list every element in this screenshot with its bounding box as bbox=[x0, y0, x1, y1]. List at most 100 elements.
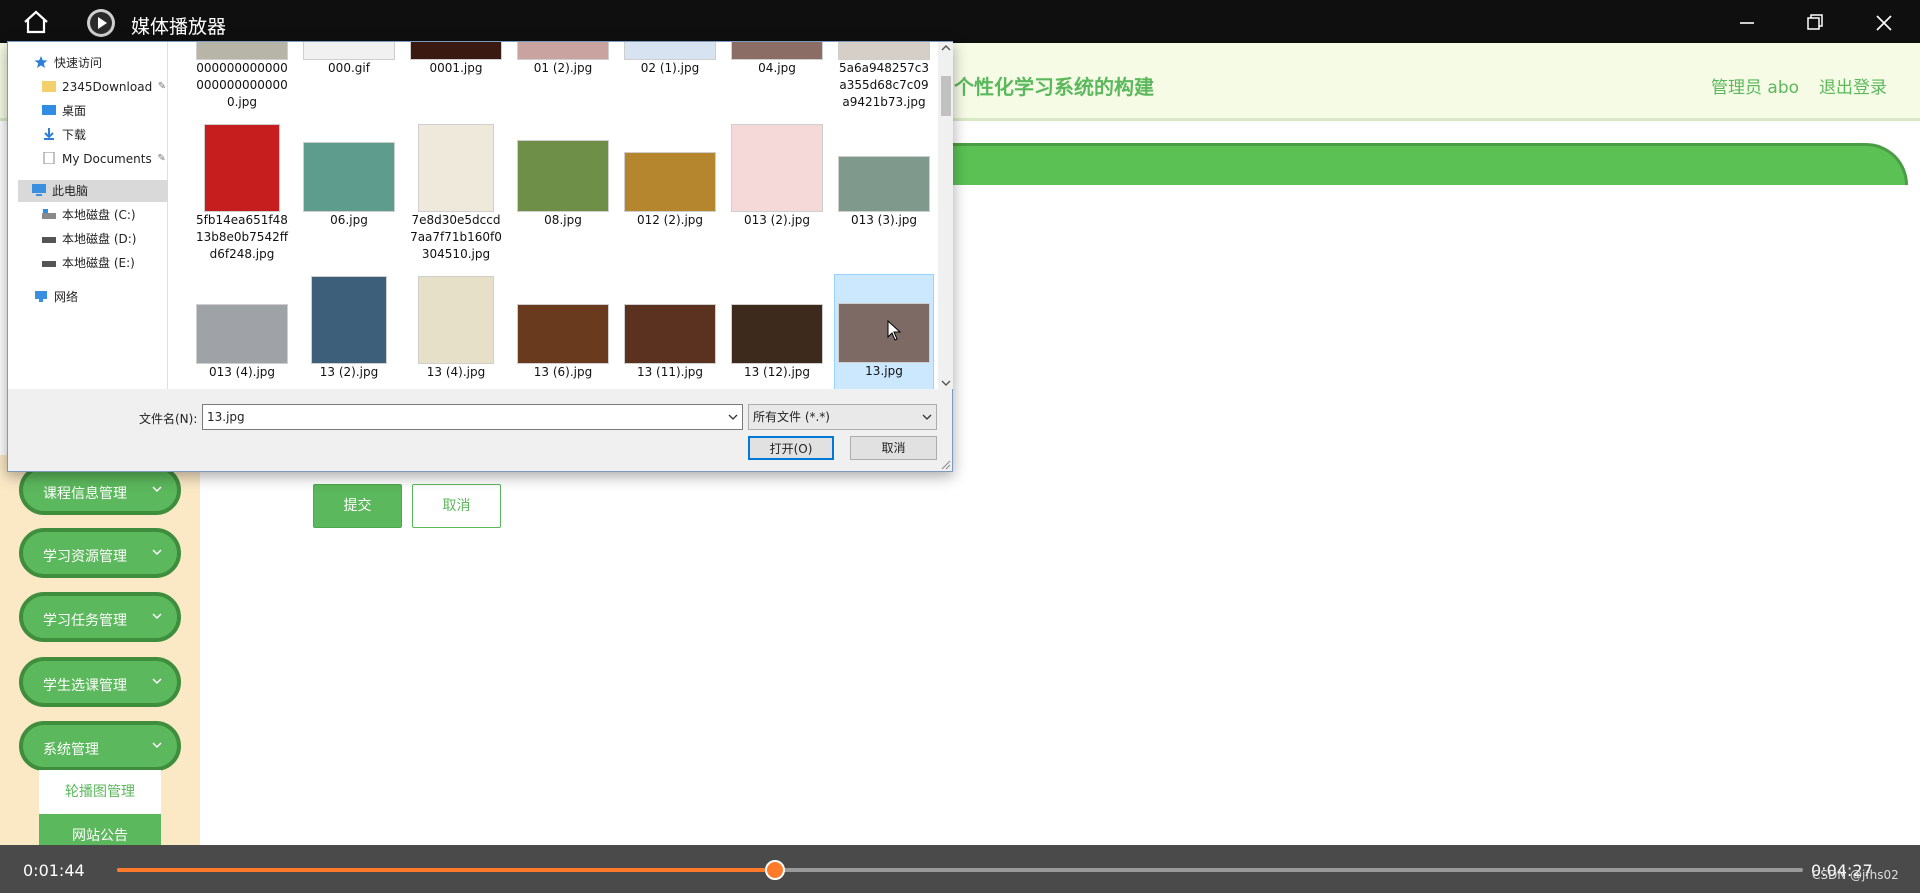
watermark: CSDN @jfhs02 bbox=[1812, 868, 1899, 882]
restore-icon[interactable] bbox=[1804, 12, 1826, 34]
vertical-scrollbar[interactable] bbox=[938, 42, 953, 389]
content-tab-banner bbox=[940, 143, 1908, 185]
nav-this-pc[interactable]: 此电脑 bbox=[18, 180, 168, 202]
image-thumbnail bbox=[196, 304, 288, 364]
drive-icon bbox=[42, 209, 56, 219]
image-thumbnail bbox=[731, 304, 823, 364]
nav-quick-access[interactable]: 快速访问 bbox=[34, 52, 102, 74]
menu-learning-tasks[interactable]: 学习任务管理 bbox=[19, 592, 181, 642]
file-type-select[interactable]: 所有文件 (*.*) bbox=[748, 404, 937, 430]
file-item[interactable]: 01 (2).jpg bbox=[513, 42, 613, 77]
image-thumbnail bbox=[624, 152, 716, 212]
chevron-down-icon[interactable] bbox=[922, 413, 932, 421]
file-item[interactable]: 04.jpg bbox=[727, 42, 827, 77]
drive-icon bbox=[42, 237, 56, 243]
pin-icon: ✎ bbox=[157, 153, 166, 164]
nav-network[interactable]: 网络 bbox=[34, 286, 78, 308]
image-thumbnail bbox=[196, 42, 288, 60]
cancel-button[interactable]: 取消 bbox=[412, 484, 501, 528]
file-list: 0000000000000000000000000.jpg 000.gif 00… bbox=[168, 42, 938, 389]
drive-icon bbox=[42, 261, 56, 267]
file-item[interactable]: 013 (2).jpg bbox=[727, 124, 827, 229]
image-thumbnail bbox=[410, 42, 502, 60]
logout-link[interactable]: 退出登录 bbox=[1819, 73, 1887, 98]
player-title-bar: 媒体播放器 bbox=[0, 0, 1920, 43]
file-item[interactable]: 02 (1).jpg bbox=[620, 42, 720, 77]
file-item[interactable]: 13 (2).jpg bbox=[299, 276, 399, 381]
chevron-down-icon bbox=[152, 613, 162, 620]
seek-progress bbox=[117, 868, 775, 872]
file-item[interactable]: 5fb14ea651f4813b8e0b7542ffd6f248.jpg bbox=[192, 124, 292, 263]
player-controls: 0:01:44 0:04:27 CSDN @jfhs02 bbox=[0, 845, 1920, 893]
resize-grip-icon[interactable] bbox=[941, 460, 951, 470]
nav-drive-c[interactable]: 本地磁盘 (C:) bbox=[42, 204, 136, 226]
image-thumbnail bbox=[838, 303, 930, 363]
pin-icon: ✎ bbox=[157, 81, 167, 92]
player-title: 媒体播放器 bbox=[131, 16, 227, 38]
site-title: 个性化学习系统的构建 bbox=[954, 75, 1154, 99]
star-icon bbox=[34, 56, 48, 68]
folder-icon bbox=[42, 81, 56, 92]
file-item[interactable]: 13 (11).jpg bbox=[620, 276, 720, 381]
image-thumbnail bbox=[731, 124, 823, 212]
filename-label: 文件名(N): bbox=[139, 412, 198, 426]
home-icon[interactable] bbox=[22, 10, 50, 34]
file-item[interactable]: 000.gif bbox=[299, 42, 399, 77]
image-thumbnail bbox=[204, 124, 280, 212]
image-thumbnail bbox=[303, 42, 395, 60]
nav-2345download[interactable]: 2345Download ✎ bbox=[42, 76, 166, 98]
file-item[interactable]: 06.jpg bbox=[299, 124, 399, 229]
image-thumbnail bbox=[517, 304, 609, 364]
download-icon bbox=[44, 128, 54, 140]
image-thumbnail bbox=[311, 276, 387, 364]
scrollbar-thumb[interactable] bbox=[941, 76, 951, 116]
nav-downloads[interactable]: 下载✎ bbox=[42, 124, 180, 146]
chevron-down-icon bbox=[152, 678, 162, 685]
dialog-cancel-button[interactable]: 取消 bbox=[850, 436, 937, 460]
chevron-down-icon[interactable] bbox=[728, 413, 738, 421]
seek-bar[interactable] bbox=[117, 860, 1803, 880]
chevron-up-icon[interactable] bbox=[941, 44, 951, 52]
menu-course-info[interactable]: 课程信息管理 bbox=[19, 465, 181, 515]
nav-drive-d[interactable]: 本地磁盘 (D:) bbox=[42, 228, 136, 250]
chevron-down-icon bbox=[152, 742, 162, 749]
menu-system[interactable]: 系统管理 bbox=[19, 721, 181, 771]
nav-my-documents[interactable]: My Documents ✎ bbox=[42, 148, 166, 170]
seek-handle[interactable] bbox=[764, 860, 785, 880]
minimize-icon[interactable] bbox=[1736, 12, 1758, 34]
file-item[interactable]: 13 (12).jpg bbox=[727, 276, 827, 381]
open-button[interactable]: 打开(O) bbox=[748, 436, 834, 460]
image-thumbnail bbox=[838, 42, 930, 60]
file-item[interactable]: 0000000000000000000000000.jpg bbox=[192, 42, 292, 111]
open-file-dialog: 快速访问 2345Download✎ 桌面✎ 下载✎ My Documents✎… bbox=[7, 41, 953, 472]
chevron-down-icon bbox=[152, 549, 162, 556]
menu-learning-resources[interactable]: 学习资源管理 bbox=[19, 528, 181, 578]
computer-icon bbox=[32, 184, 46, 196]
file-item[interactable]: 13 (4).jpg bbox=[406, 276, 506, 381]
file-item[interactable]: 7e8d30e5dccd7aa7f71b160f0304510.jpg bbox=[406, 124, 506, 263]
file-item-selected[interactable]: 13.jpg bbox=[834, 274, 934, 389]
file-item[interactable]: 5a6a948257c3a355d68c7c09a9421b73.jpg bbox=[834, 42, 934, 111]
cursor-icon bbox=[887, 320, 901, 341]
file-item[interactable]: 13 (6).jpg bbox=[513, 276, 613, 381]
file-item[interactable]: 012 (2).jpg bbox=[620, 124, 720, 229]
image-thumbnail bbox=[624, 304, 716, 364]
submenu-carousel[interactable]: 轮播图管理 bbox=[39, 770, 161, 814]
submit-button[interactable]: 提交 bbox=[313, 484, 402, 528]
chevron-down-icon[interactable] bbox=[941, 379, 951, 387]
image-thumbnail bbox=[517, 140, 609, 212]
admin-user[interactable]: 管理员 abo bbox=[1711, 73, 1799, 98]
file-item[interactable]: 0001.jpg bbox=[406, 42, 506, 77]
file-item[interactable]: 013 (4).jpg bbox=[192, 276, 292, 381]
document-icon bbox=[43, 152, 55, 164]
nav-drive-e[interactable]: 本地磁盘 (E:) bbox=[42, 252, 135, 274]
file-item[interactable]: 08.jpg bbox=[513, 124, 613, 229]
nav-desktop[interactable]: 桌面✎ bbox=[42, 100, 180, 122]
player-logo-icon bbox=[87, 9, 115, 37]
file-item[interactable]: 013 (3).jpg bbox=[834, 124, 934, 229]
close-icon[interactable] bbox=[1873, 12, 1895, 34]
network-icon bbox=[35, 291, 47, 302]
image-thumbnail bbox=[624, 42, 716, 60]
filename-input[interactable]: 13.jpg bbox=[202, 404, 743, 430]
menu-course-selection[interactable]: 学生选课管理 bbox=[19, 657, 181, 707]
